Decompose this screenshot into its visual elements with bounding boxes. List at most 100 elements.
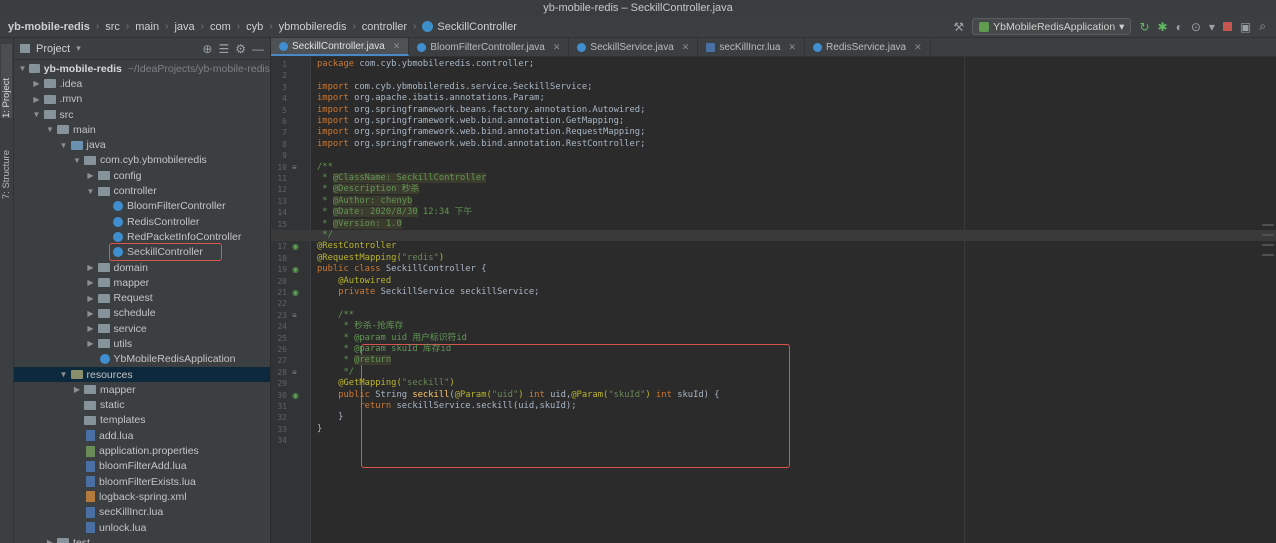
close-icon[interactable]: ✕ (788, 42, 796, 53)
rerun-icon[interactable]: ↻ (1139, 20, 1149, 34)
code-line[interactable]: * @Description 秒杀 (317, 184, 420, 195)
tree-item[interactable]: ▼ java (14, 137, 270, 152)
tree-item[interactable]: RedisController (14, 214, 270, 229)
close-icon[interactable]: ✕ (393, 41, 401, 52)
tree-item[interactable]: ▼ com.cyb.ybmobileredis (14, 153, 270, 168)
fold-icon[interactable]: ≡ (292, 367, 297, 378)
fold-icon[interactable]: ≡ (292, 162, 297, 173)
breadcrumb-item[interactable]: yb-mobile-redis (8, 21, 90, 33)
chevron-right-icon[interactable]: ▶ (45, 538, 55, 543)
build-hammer-icon[interactable]: ⚒ (953, 20, 964, 34)
tree-item[interactable]: logback-spring.xml (14, 489, 270, 504)
tree-item[interactable]: ▶ config (14, 168, 270, 183)
tree-item[interactable]: ▶ schedule (14, 306, 270, 321)
code-line[interactable]: * @param uid 用户标识符id (317, 333, 466, 344)
breadcrumb-item[interactable]: main (135, 21, 159, 33)
project-panel-title[interactable]: Project (36, 43, 70, 55)
editor-tab[interactable]: secKillIncr.lua ✕ (698, 38, 806, 56)
code-line[interactable]: } (317, 412, 343, 423)
chevron-right-icon[interactable]: ▶ (32, 79, 42, 88)
code-line[interactable]: /** (317, 310, 354, 321)
collapse-all-icon[interactable]: ☰ (218, 42, 229, 56)
code-line[interactable]: * 秒杀-抢库存 (317, 321, 403, 332)
scrollbar-marker[interactable] (1262, 244, 1274, 246)
chevron-down-icon[interactable]: ▼ (86, 187, 96, 196)
profile-icon[interactable]: ⊙ (1191, 20, 1201, 34)
scrollbar-marker[interactable] (1262, 224, 1274, 226)
gear-icon[interactable]: ⚙ (235, 42, 246, 56)
code-line[interactable]: */ (317, 367, 354, 378)
code-line[interactable]: import org.springframework.web.bind.anno… (317, 127, 645, 138)
tree-item[interactable]: ▼ resources (14, 366, 270, 383)
spring-bean-icon[interactable]: ◉ (292, 241, 299, 252)
code-line[interactable]: package com.cyb.ybmobileredis.controller… (317, 59, 534, 70)
tree-item[interactable]: ▶ utils (14, 336, 270, 351)
fold-icon[interactable]: ≡ (292, 310, 297, 321)
editor-tab[interactable]: RedisService.java ✕ (805, 38, 931, 56)
breadcrumb-item[interactable]: SeckillController (437, 21, 516, 33)
breadcrumb-item[interactable]: controller (362, 21, 407, 33)
tree-item[interactable]: static (14, 398, 270, 413)
tree-item[interactable]: ▶ test (14, 535, 270, 543)
tree-item[interactable]: ▶ Request (14, 290, 270, 305)
chevron-right-icon[interactable]: ▶ (86, 324, 96, 333)
breadcrumb-item[interactable]: cyb (246, 21, 263, 33)
code-line[interactable]: import org.springframework.web.bind.anno… (317, 139, 645, 150)
tree-item[interactable]: unlock.lua (14, 520, 270, 535)
code-line[interactable]: public class SeckillController { (317, 264, 487, 275)
code-line[interactable]: return seckillService.seckill(uid,skuId)… (317, 401, 576, 412)
chevron-down-icon[interactable]: ▼ (59, 141, 69, 150)
chevron-right-icon[interactable]: ▶ (86, 294, 96, 303)
more-run-icon[interactable]: ▾ (1209, 20, 1215, 34)
tree-item[interactable]: application.properties (14, 443, 270, 458)
code-line[interactable]: } (317, 424, 322, 435)
tree-item[interactable]: ▶ mapper (14, 275, 270, 290)
tree-item[interactable]: bloomFilterAdd.lua (14, 459, 270, 474)
scrollbar-marker[interactable] (1262, 234, 1274, 236)
tree-item[interactable]: ▶ .mvn (14, 92, 270, 107)
chevron-down-icon[interactable]: ▼ (59, 370, 69, 379)
close-icon[interactable]: ✕ (682, 42, 690, 53)
tree-item[interactable]: ▼ src (14, 107, 270, 122)
chevron-down-icon[interactable]: ▼ (18, 64, 27, 73)
code-line[interactable]: /** (317, 162, 333, 173)
tree-item[interactable]: ▼ main (14, 122, 270, 137)
debug-icon[interactable]: ✱ (1158, 20, 1168, 34)
tree-item[interactable]: ▶ .idea (14, 76, 270, 91)
breadcrumb-item[interactable]: com (210, 21, 231, 33)
editor-tab[interactable]: BloomFilterController.java ✕ (409, 38, 570, 56)
chevron-right-icon[interactable]: ▶ (86, 263, 96, 272)
code-editor[interactable]: package com.cyb.ybmobileredis.controller… (271, 57, 1276, 543)
tree-item[interactable]: ▶ mapper (14, 382, 270, 397)
tree-item[interactable]: ▶ service (14, 321, 270, 336)
tool-window-structure[interactable]: 7: Structure (1, 150, 12, 199)
code-line[interactable]: * @param skuId 库存id (317, 344, 451, 355)
chevron-down-icon[interactable]: ▼ (32, 110, 42, 119)
code-line[interactable]: * @return (317, 355, 392, 366)
code-line[interactable]: @RequestMapping("redis") (317, 253, 444, 264)
spring-bean-icon[interactable]: ◉ (292, 264, 299, 275)
run-configuration-select[interactable]: YbMobileRedisApplication ▾ (972, 18, 1132, 35)
tree-item[interactable]: ▼ controller (14, 183, 270, 198)
chevron-right-icon[interactable]: ▶ (86, 339, 96, 348)
code-line[interactable]: import org.apache.ibatis.annotations.Par… (317, 93, 545, 104)
code-line[interactable]: @Autowired (317, 276, 391, 287)
code-line[interactable]: @RestController (317, 241, 396, 252)
code-line[interactable]: public String seckill(@Param("uid") int … (317, 390, 719, 401)
tool-window-project[interactable]: 1: Project (1, 44, 12, 118)
code-line[interactable]: * @Author: chenyb (317, 195, 413, 207)
tree-item[interactable]: templates (14, 413, 270, 428)
locate-icon[interactable]: ⊕ (202, 42, 212, 56)
chevron-right-icon[interactable]: ▶ (72, 385, 82, 394)
scrollbar-marker[interactable] (1262, 254, 1274, 256)
code-line[interactable]: import org.springframework.beans.factory… (317, 105, 645, 116)
breadcrumb-item[interactable]: java (174, 21, 194, 33)
hide-panel-icon[interactable]: — (252, 42, 264, 56)
chevron-right-icon[interactable]: ▶ (86, 171, 96, 180)
code-line[interactable]: * @Date: 2020/8/30 12:34 下午 (317, 207, 472, 218)
stop-icon[interactable] (1222, 22, 1232, 31)
code-line[interactable]: @GetMapping("seckill") (317, 378, 455, 389)
tree-item[interactable]: YbMobileRedisApplication (14, 352, 270, 367)
chevron-right-icon[interactable]: ▶ (86, 278, 96, 287)
editor-tab[interactable]: SeckillService.java ✕ (569, 38, 699, 56)
